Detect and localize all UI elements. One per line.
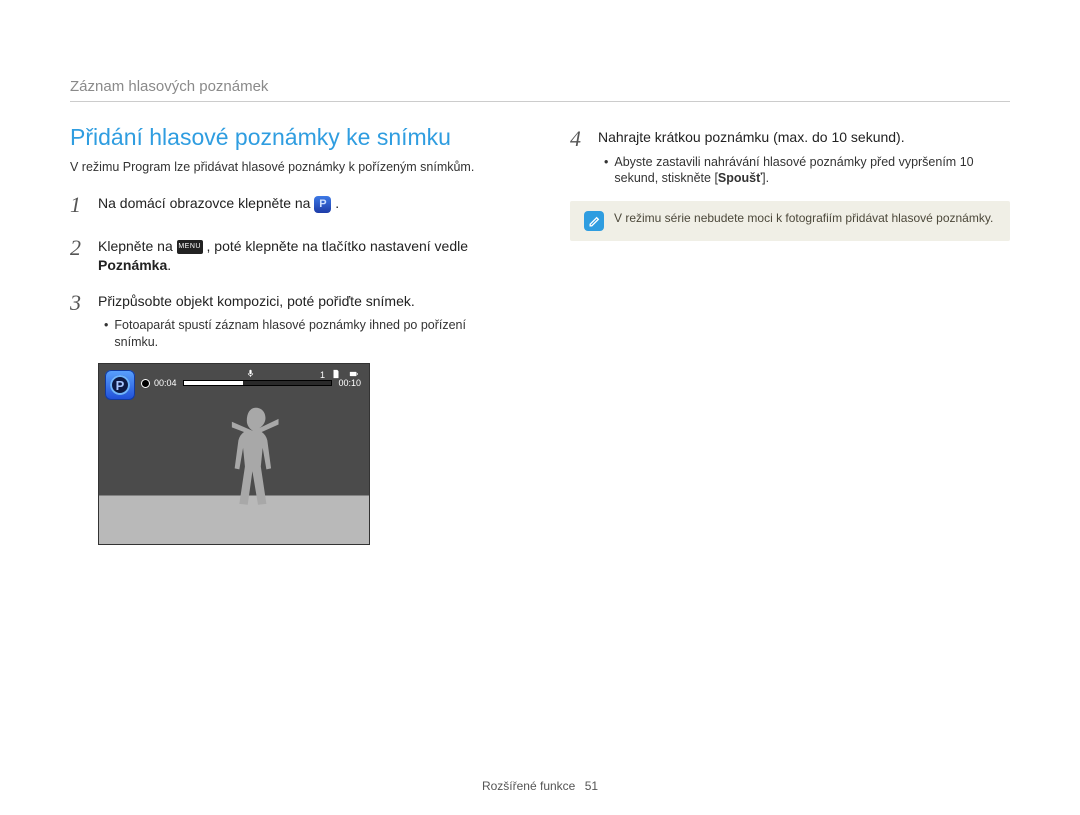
record-progress — [183, 380, 333, 386]
footer-page-number: 51 — [585, 779, 598, 793]
step-1-text-pre: Na domácí obrazovce klepněte na — [98, 195, 314, 211]
note-icon — [584, 211, 604, 231]
step-number: 2 — [70, 233, 88, 276]
step-2: 2 Klepněte na MENU , poté klepněte na tl… — [70, 233, 510, 276]
page-footer: Rozšířené funkce 51 — [0, 779, 1080, 793]
step-number: 3 — [70, 288, 88, 351]
step-2-bold: Poznámka — [98, 257, 167, 273]
step-4-text: Nahrajte krátkou poznámku (max. do 10 se… — [598, 129, 905, 145]
step-3-bullet: Fotoaparát spustí záznam hlasové poznámk… — [104, 317, 510, 351]
step-number: 4 — [570, 124, 588, 187]
step-number: 1 — [70, 190, 88, 221]
footer-section: Rozšířené funkce — [482, 779, 575, 793]
step-2-text-mid: , poté klepněte na tlačítko nastavení ve… — [207, 238, 469, 254]
note-text: V režimu série nebudete moci k fotografi… — [614, 211, 993, 225]
step-3: 3 Přizpůsobte objekt kompozici, poté poř… — [70, 288, 510, 351]
record-dot-icon — [141, 379, 150, 388]
program-mode-icon: P — [314, 196, 331, 213]
total-time: 00:10 — [338, 378, 361, 388]
step-3-text: Přizpůsobte objekt kompozici, poté pořiď… — [98, 293, 415, 309]
breadcrumb: Záznam hlasových poznámek — [70, 78, 1010, 102]
person-silhouette-icon — [229, 404, 287, 516]
elapsed-time: 00:04 — [154, 378, 177, 388]
intro-text: V režimu Program lze přidávat hlasové po… — [70, 159, 510, 176]
note-box: V režimu série nebudete moci k fotografi… — [570, 201, 1010, 241]
step-1-text-post: . — [335, 195, 339, 211]
step-2-text-pre: Klepněte na — [98, 238, 177, 254]
camera-preview: P 1 — [98, 363, 370, 545]
menu-icon: MENU — [177, 240, 203, 254]
step-4-bullet: Abyste zastavili nahrávání hlasové pozná… — [604, 154, 1010, 188]
section-heading: Přidání hlasové poznámky ke snímku — [70, 124, 510, 151]
step-4: 4 Nahrajte krátkou poznámku (max. do 10 … — [570, 124, 1010, 187]
step-1: 1 Na domácí obrazovce klepněte na P . — [70, 190, 510, 221]
step-2-end: . — [167, 257, 171, 273]
program-badge-icon: P — [105, 370, 135, 400]
